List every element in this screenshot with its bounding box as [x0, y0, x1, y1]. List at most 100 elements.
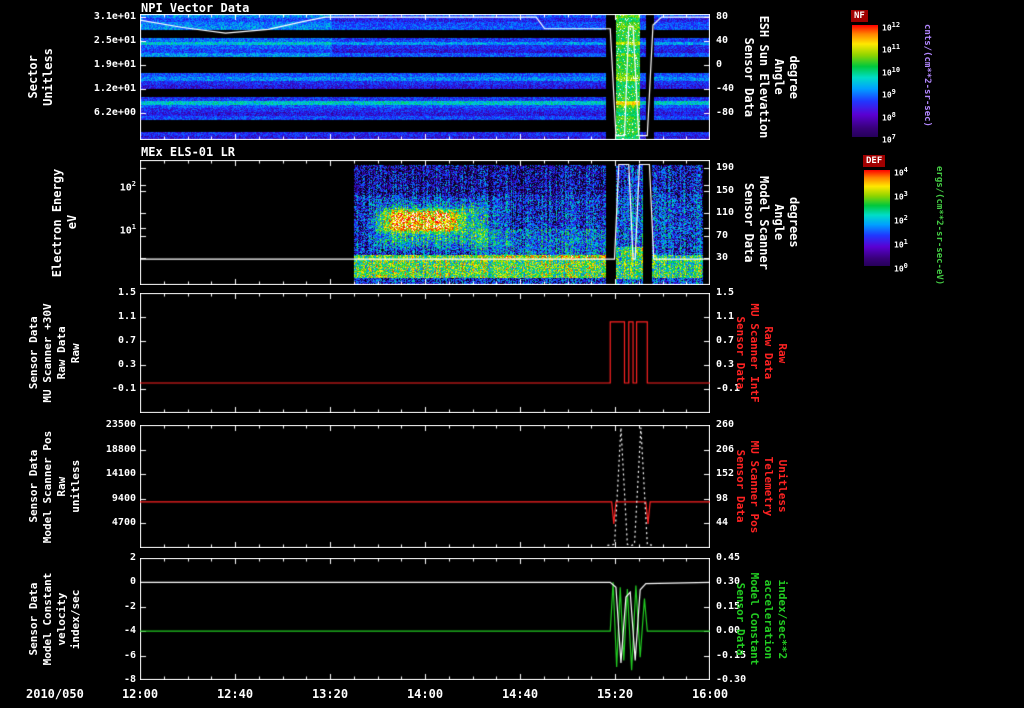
panel3-right-tick: 0.3: [716, 359, 735, 370]
nf-colorbar-label: NF: [851, 10, 868, 22]
axis-title-line: unitless: [69, 460, 82, 513]
axis-title-line: Model Constant: [748, 572, 761, 666]
axis-title-line: Unitless: [776, 460, 789, 513]
panel1-right-axis-title: Sensor Data ESH Sun Elevation Angle degree: [742, 16, 801, 139]
def-colorbar-unit: ergs/(cm**2-sr-sec-eV): [934, 166, 944, 286]
panel5-right-tick: 0.45: [716, 552, 741, 563]
axis-title-line: Raw Data: [55, 326, 68, 380]
panel4-right-axis-title: Sensor Data MU Scanner Pos Telemetry Unitle…: [734, 440, 789, 533]
panel5-left-axis-title: Sensor Data Model Constant velocity index/s…: [27, 573, 82, 666]
colorbar-tick: 1011: [882, 43, 901, 56]
x-axis-tick-label: 16:00: [691, 687, 729, 701]
npi-spectrogram-canvas: [140, 14, 710, 140]
panel1-left-axis-title: Sector Unitless: [26, 48, 55, 106]
axis-title-line: Electron Energy: [50, 168, 64, 277]
panel4-right-tick: 98: [716, 492, 729, 504]
date-label: 2010/050: [26, 687, 84, 701]
panel1-left-tick: 2.5e+01: [93, 34, 136, 46]
x-axis-tick-label: 14:40: [501, 687, 539, 701]
axis-title-line: MU Scanner IntF: [748, 303, 761, 403]
panel4-right-tick: 260: [716, 419, 735, 430]
axis-title-line: Model Constant: [41, 572, 54, 666]
panel1-right-tick: 0: [716, 59, 723, 71]
def-colorbar-label: DEF: [863, 155, 886, 167]
axis-title-line: MU Scanner Pos: [748, 440, 761, 533]
panel2-right-tick: 150: [716, 184, 735, 196]
colorbar-tick: 104: [894, 166, 908, 178]
axis-title-line: Raw Data: [762, 326, 775, 380]
panel4-left-axis-title: Sensor Data Model Scanner Pos Raw unitless: [27, 430, 82, 543]
colorbar-tick: 1012: [882, 21, 901, 33]
panel4-right-tick: 44: [716, 517, 729, 529]
axis-title-line: Raw: [776, 343, 789, 363]
panel3-right-tick: 1.5: [716, 287, 735, 298]
panel1-left-tick: 1.2e+01: [93, 82, 136, 94]
x-axis-tick-label: 15:20: [596, 687, 634, 701]
axis-title-line: index/sec**2: [776, 579, 789, 659]
panel1-left-tick: 1.9e+01: [93, 59, 136, 71]
axis-title-line: Sensor Data: [734, 582, 747, 656]
panel2-left-axis-title: Electron Energy eV: [50, 168, 79, 276]
nf-colorbar-unit: cnts/(cm**2-sr-sec): [922, 24, 932, 127]
axis-title-line: Raw: [55, 476, 68, 497]
x-axis-tick-label: 13:20: [311, 687, 349, 701]
axis-title-line: Angle: [772, 58, 786, 96]
axis-title-line: Sensor Data: [27, 316, 40, 390]
panel5-left-tick: 2: [129, 552, 136, 563]
axis-title-line: MU Scanner +30V: [41, 303, 54, 403]
panel2-right-tick: 110: [716, 207, 735, 218]
axis-title-line: Sensor Data: [27, 450, 40, 523]
panel2-right-axis-title: Sensor Data Model Scanner Angle degrees: [742, 176, 801, 270]
panel4-right-tick: 152: [716, 468, 735, 480]
mu-scanner-30v-plot-canvas: [140, 293, 710, 413]
panel1-left-tick: 6.2e+00: [93, 107, 136, 119]
axis-title-line: Raw: [69, 343, 82, 363]
panel1-right-tick: -80: [716, 107, 735, 119]
colorbar-tick: 101: [894, 238, 908, 250]
axis-title-line: ESH Sun Elevation: [757, 15, 771, 139]
science-figure: NPI Vector Data MEx ELS-01 LR NF cnts/(c…: [0, 0, 1024, 708]
axis-title-line: degree: [787, 55, 801, 99]
panel1-title: NPI Vector Data: [141, 1, 250, 15]
panel3-right-tick: 1.1: [716, 311, 735, 322]
axis-title-line: Sensor Data: [742, 37, 756, 117]
panel5-right-tick: -0.30: [716, 674, 747, 685]
panel2-right-tick: 190: [716, 162, 735, 173]
axis-title-line: Sensor Data: [734, 316, 747, 390]
panel2-right-tick: 30: [716, 252, 729, 263]
axis-title-line: Sensor Data: [742, 182, 756, 263]
panel2-title: MEx ELS-01 LR: [141, 145, 235, 159]
nf-colorbar: [852, 25, 878, 137]
panel3-left-tick: 1.5: [117, 287, 136, 298]
axis-title-line: eV: [65, 215, 79, 230]
colorbar-tick: 1010: [882, 65, 901, 78]
axis-title-line: index/sec: [69, 589, 82, 649]
colorbar-tick: 100: [894, 262, 908, 274]
axis-title-line: Model Scanner Pos: [41, 430, 54, 543]
axis-title-line: velocity: [55, 592, 68, 646]
axis-title-line: Model Scanner: [757, 175, 771, 270]
def-colorbar: [864, 170, 890, 266]
panel5-left-tick: -8: [123, 674, 136, 685]
panel4-right-tick: 206: [716, 443, 735, 455]
model-constant-plot-canvas: [140, 558, 710, 680]
axis-title-line: Sector: [26, 55, 40, 99]
panel3-right-axis-title: Sensor Data MU Scanner IntF Raw Data Raw: [734, 303, 789, 402]
axis-title-line: acceleration: [762, 579, 775, 659]
colorbar-tick: 107: [882, 133, 896, 145]
colorbar-tick: 102: [894, 214, 908, 226]
colorbar-tick: 108: [882, 110, 896, 123]
els-spectrogram-canvas: [140, 160, 710, 285]
colorbar-tick: 103: [894, 190, 908, 202]
axis-title-line: Sensor Data: [27, 582, 40, 656]
panel1-right-tick: 40: [716, 34, 729, 46]
x-axis-tick-label: 12:00: [121, 687, 159, 701]
panel3-left-axis-title: Sensor Data MU Scanner +30V Raw Data Raw: [27, 303, 82, 402]
panel5-right-axis-title: Sensor Data Model Constant acceleration ind…: [734, 573, 789, 666]
panel4-left-tick: 23500: [105, 419, 136, 430]
colorbar-tick: 109: [882, 88, 896, 100]
panel1-right-tick: 80: [716, 11, 729, 23]
panel2-right-tick: 70: [716, 229, 729, 241]
axis-title-line: Unitless: [41, 48, 55, 106]
panel1-left-tick: 3.1e+01: [93, 11, 136, 23]
